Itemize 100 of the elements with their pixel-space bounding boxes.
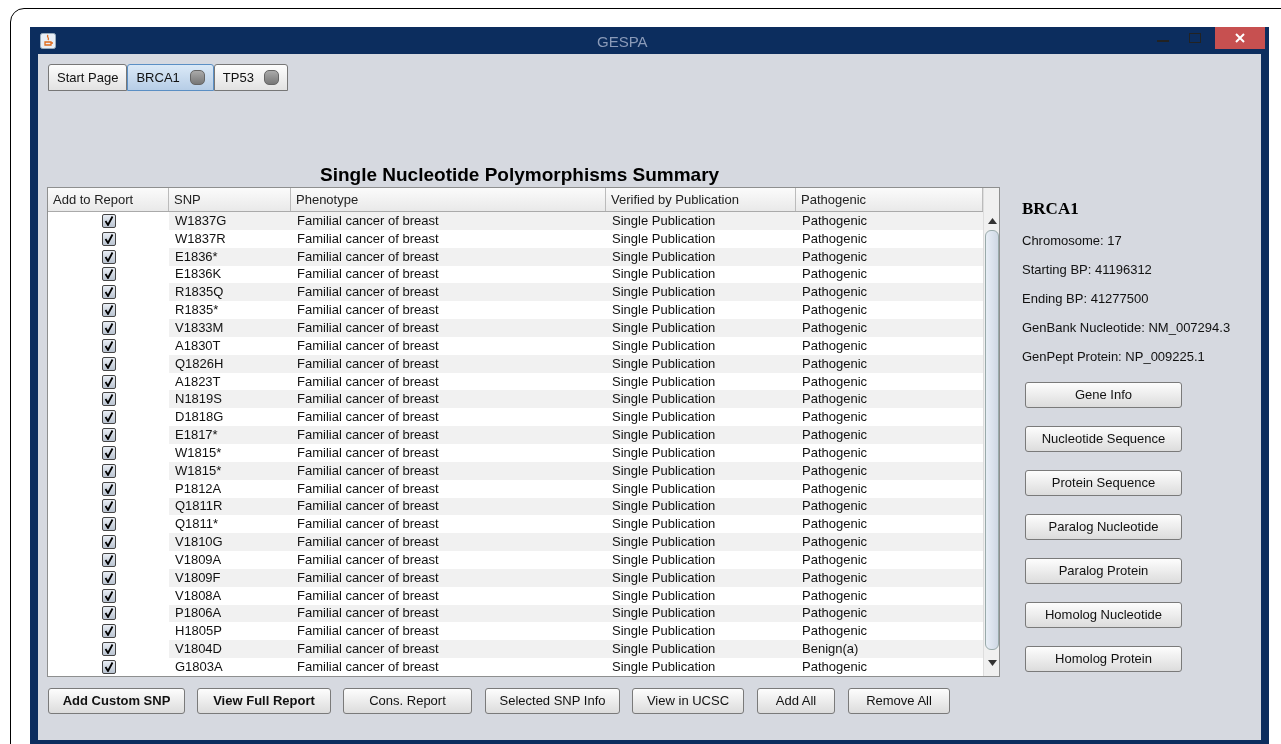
table-cell-text: V1833M	[174, 320, 225, 336]
checkbox[interactable]	[101, 517, 116, 532]
table-cell-text: Q1811R	[174, 498, 224, 515]
table-cell-text: Single Publication	[611, 587, 717, 604]
tab[interactable]: Start Page	[48, 64, 128, 91]
checkbox[interactable]	[101, 249, 116, 264]
table-cell-text: Single Publication	[611, 498, 717, 515]
table-cell-text: Single Publication	[611, 409, 717, 426]
checkbox[interactable]	[101, 231, 116, 246]
checkbox[interactable]	[101, 285, 116, 300]
table-cell-text: Single Publication	[611, 302, 717, 319]
gene-action-button[interactable]: Paralog Protein	[1025, 557, 1182, 584]
table-cell-text: Single Publication	[611, 427, 717, 444]
tab[interactable]: TP53	[213, 64, 288, 91]
checkbox[interactable]	[101, 428, 116, 443]
table-cell-text: Familial cancer of breast	[296, 409, 440, 426]
checkbox[interactable]	[101, 392, 116, 407]
column-header[interactable]: SNP	[169, 188, 291, 211]
java-cup-icon	[40, 32, 56, 49]
action-button[interactable]: Add All	[757, 688, 835, 714]
column-header[interactable]: Add to Report	[48, 188, 169, 211]
table-cell-text: V1808A	[174, 587, 223, 604]
table-cell-text: Familial cancer of breast	[296, 480, 440, 497]
table-cell-text: Familial cancer of breast	[296, 623, 440, 640]
action-button[interactable]: View Full Report	[197, 688, 331, 714]
page-heading: Single Nucleotide Polymorphisms Summary	[320, 163, 720, 187]
checkbox[interactable]	[101, 445, 116, 460]
checkbox[interactable]	[101, 410, 116, 425]
vertical-scrollbar[interactable]	[983, 188, 999, 676]
table-cell-text: Familial cancer of breast	[296, 302, 440, 319]
table-cell-text: Familial cancer of breast	[296, 266, 440, 283]
action-button[interactable]: Remove All	[848, 688, 950, 714]
checkbox[interactable]	[101, 606, 116, 621]
table-cell-text: Pathogenic	[801, 212, 869, 229]
checkbox[interactable]	[101, 570, 116, 585]
table-cell-text: Pathogenic	[801, 480, 869, 497]
table-cell-text: Familial cancer of breast	[296, 516, 440, 533]
checkbox[interactable]	[101, 463, 116, 478]
table-cell-text: Familial cancer of breast	[296, 355, 440, 372]
table-cell-text: G1803A	[174, 659, 224, 675]
action-button[interactable]: Add Custom SNP	[48, 688, 185, 714]
gene-action-button[interactable]: Nucleotide Sequence	[1025, 425, 1182, 452]
table-cell-text: Single Publication	[611, 284, 717, 301]
checkbox[interactable]	[101, 660, 116, 674]
close-icon	[1235, 32, 1245, 43]
table-cell-text: Pathogenic	[801, 623, 869, 640]
table-cell-text: Pathogenic	[801, 551, 869, 568]
table-cell-text: E1836*	[174, 248, 219, 265]
table-cell-text: Single Publication	[611, 480, 717, 497]
checkbox[interactable]	[101, 588, 116, 603]
column-header[interactable]: Phenotype	[291, 188, 606, 211]
scroll-down-icon[interactable]	[988, 660, 997, 666]
table-cell-text: V1810G	[174, 534, 224, 551]
checkbox[interactable]	[101, 267, 116, 282]
checkbox[interactable]	[101, 213, 116, 228]
checkbox[interactable]	[101, 499, 116, 514]
table-cell-text: Pathogenic	[801, 284, 869, 301]
table-cell-text: Single Publication	[611, 551, 717, 568]
checkbox[interactable]	[101, 303, 116, 318]
table-cell-text: Single Publication	[611, 337, 717, 354]
checkbox[interactable]	[101, 481, 116, 496]
checkbox[interactable]	[101, 535, 116, 550]
gene-action-button[interactable]: Homolog Protein	[1025, 645, 1182, 672]
column-header[interactable]: Verified by Publication	[606, 188, 796, 211]
table-cell-text: Q1811*	[174, 516, 220, 533]
close-button[interactable]	[1215, 26, 1265, 49]
tab[interactable]: BRCA1	[127, 64, 214, 91]
table-cell-text: W1815*	[174, 462, 223, 479]
table-cell-text: W1837R	[174, 230, 227, 247]
table-cell-text: Single Publication	[611, 355, 717, 372]
table-cell-text: Single Publication	[611, 391, 717, 408]
checkbox[interactable]	[101, 642, 116, 657]
checkbox[interactable]	[101, 552, 116, 567]
checkbox[interactable]	[101, 356, 116, 371]
scroll-thumb[interactable]	[985, 230, 999, 650]
table-cell-text: A1823T	[174, 373, 222, 390]
gene-action-button[interactable]: Gene Info	[1025, 381, 1182, 408]
gene-action-button[interactable]: Protein Sequence	[1025, 469, 1182, 496]
table-cell-text: Single Publication	[611, 462, 717, 479]
table-cell-text: Familial cancer of breast	[296, 230, 440, 247]
action-button[interactable]: Cons. Report	[343, 688, 472, 714]
table-cell-text: Familial cancer of breast	[296, 641, 440, 658]
gene-action-button[interactable]: Homolog Nucleotide	[1025, 601, 1182, 628]
scroll-up-icon[interactable]	[988, 218, 997, 224]
table-cell-text: Familial cancer of breast	[296, 587, 440, 604]
table-cell-text: Pathogenic	[801, 337, 869, 354]
table-cell-text: V1809A	[174, 551, 223, 568]
action-button[interactable]: Selected SNP Info	[485, 688, 620, 714]
table-cell-text: Q1826H	[174, 355, 225, 372]
gene-info-text: Ending BP: 41277500	[1022, 289, 1150, 308]
action-button[interactable]: View in UCSC	[632, 688, 744, 714]
table-cell-text: A1830T	[174, 337, 222, 354]
checkbox[interactable]	[101, 321, 116, 335]
table-cell-text: Single Publication	[611, 320, 717, 336]
checkbox[interactable]	[101, 338, 116, 353]
checkbox[interactable]	[101, 624, 116, 639]
table-cell-text: Pathogenic	[801, 534, 869, 551]
gene-action-button[interactable]: Paralog Nucleotide	[1025, 513, 1182, 540]
table-cell-text: Familial cancer of breast	[296, 498, 440, 515]
checkbox[interactable]	[101, 374, 116, 389]
